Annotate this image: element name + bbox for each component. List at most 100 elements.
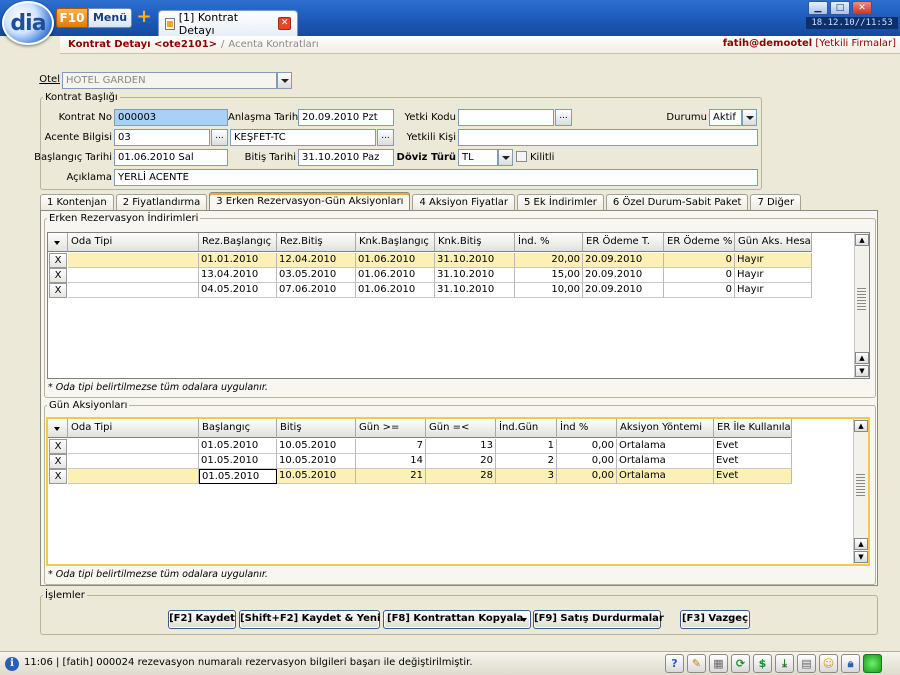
column-header[interactable]: Oda Tipi (68, 419, 199, 438)
table-cell[interactable] (68, 253, 199, 268)
tab-diger[interactable]: 7 Diğer (750, 194, 802, 211)
table-cell[interactable]: 07.06.2010 (277, 283, 356, 298)
kontrattan-kopyala-button[interactable]: [F8] Kontrattan Kopyala (383, 610, 531, 629)
scroll-top-icon[interactable]: ▲ (854, 420, 868, 432)
column-header[interactable]: Başlangıç (199, 419, 277, 438)
column-header[interactable]: Gün Aks. Hesap (735, 233, 812, 252)
table-cell[interactable]: 01.05.2010 (199, 439, 277, 454)
table-cell[interactable]: 03.05.2010 (277, 268, 356, 283)
column-header[interactable]: İnd. % (515, 233, 583, 252)
table-cell[interactable]: 13.04.2010 (199, 268, 277, 283)
acente-name-browse-button[interactable]: ... (377, 129, 394, 146)
table-cell[interactable]: 12.04.2010 (277, 253, 356, 268)
yetkili-firmalar-link[interactable]: [Yetkili Firmalar] (815, 38, 896, 49)
vertical-scrollbar[interactable]: ▲ ▲ ▼ (853, 419, 868, 564)
column-header[interactable]: Rez.Bitiş (277, 233, 356, 252)
table-cell[interactable]: 20 (426, 454, 496, 469)
delete-row-button[interactable]: X (49, 469, 67, 484)
table-cell[interactable] (68, 439, 199, 454)
close-tab-icon[interactable]: ✕ (278, 17, 291, 30)
column-header[interactable]: Bitiş (277, 419, 356, 438)
table-cell[interactable]: 20,00 (515, 253, 583, 268)
table-cell[interactable] (68, 469, 199, 484)
table-cell[interactable]: 1 (496, 439, 557, 454)
table-cell[interactable]: 14 (356, 454, 426, 469)
scroll-down-icon[interactable]: ▼ (855, 365, 869, 377)
yetkili-kisi-input[interactable] (458, 129, 758, 146)
table-cell[interactable] (68, 283, 199, 298)
help-icon[interactable]: ? (665, 654, 684, 673)
erken-rezervasyon-grid[interactable]: Oda Tipi Rez.Başlangıç Rez.Bitiş Knk.Başlan… (47, 232, 870, 379)
delete-row-button[interactable]: X (49, 268, 67, 283)
table-cell[interactable]: Hayır (735, 268, 812, 283)
table-cell[interactable]: 01.06.2010 (356, 253, 435, 268)
tab-ozel-durum[interactable]: 6 Özel Durum-Sabit Paket (605, 194, 749, 211)
table-cell[interactable]: 28 (426, 469, 496, 484)
table-cell[interactable]: 7 (356, 439, 426, 454)
scroll-grip[interactable] (857, 288, 866, 312)
scroll-top-icon[interactable]: ▲ (855, 234, 869, 246)
table-cell[interactable]: 04.05.2010 (199, 283, 277, 298)
delete-row-button[interactable]: X (49, 439, 67, 454)
table-cell[interactable]: Ortalama (617, 439, 714, 454)
column-header[interactable]: Oda Tipi (68, 233, 199, 252)
breadcrumb-previous[interactable]: Acenta Kontratları (228, 39, 318, 50)
calculator-icon[interactable]: ▦ (709, 654, 728, 673)
column-header[interactable]: ER İle Kullanılab (714, 419, 792, 438)
table-cell[interactable]: 21 (356, 469, 426, 484)
table-cell[interactable]: 01.06.2010 (356, 283, 435, 298)
table-cell[interactable]: 31.10.2010 (435, 268, 515, 283)
print-icon[interactable]: ▤ (797, 654, 816, 673)
column-header[interactable]: ER Ödeme T. (583, 233, 664, 252)
otel-select[interactable]: HOTEL GARDEN (62, 72, 277, 89)
scroll-down-icon[interactable]: ▼ (854, 551, 868, 563)
close-window-icon[interactable]: ✕ (852, 1, 872, 15)
bitis-tarihi-input[interactable]: 31.10.2010 Paz (298, 149, 394, 166)
maximize-icon[interactable]: □ (830, 1, 850, 15)
table-cell[interactable]: Ortalama (617, 454, 714, 469)
column-header[interactable]: İnd.Gün (496, 419, 557, 438)
table-cell[interactable]: 01.05.2010 (199, 469, 277, 484)
yetki-kodu-input[interactable] (458, 109, 554, 126)
column-header[interactable]: Aksiyon Yöntemi (617, 419, 714, 438)
table-cell[interactable]: 01.06.2010 (356, 268, 435, 283)
scroll-up-icon[interactable]: ▲ (854, 538, 868, 550)
doviz-dropdown-icon[interactable] (498, 149, 513, 166)
acente-browse-button[interactable]: ... (211, 129, 228, 146)
exchange-icon[interactable]: ⟳ (731, 654, 750, 673)
tab-kontenjan[interactable]: 1 Kontenjan (40, 194, 114, 211)
grid-menu-icon[interactable] (48, 233, 68, 252)
yetki-kodu-browse-button[interactable]: ... (555, 109, 572, 126)
kontrat-no-input[interactable]: 000003 (114, 109, 228, 126)
smiley-icon[interactable]: ☺ (819, 654, 838, 673)
aciklama-input[interactable]: YERLİ ACENTE (114, 169, 758, 186)
table-cell[interactable]: Evet (714, 439, 792, 454)
tab-erken-rezervasyon[interactable]: 3 Erken Rezervasyon-Gün Aksiyonları (209, 192, 411, 211)
table-cell[interactable]: 20.09.2010 (583, 283, 664, 298)
kaydet-yeni-button[interactable]: [Shift+F2] Kaydet & Yeni (239, 610, 380, 629)
delete-row-button[interactable]: X (49, 283, 67, 298)
dia-logo[interactable]: dia (2, 1, 54, 45)
table-cell[interactable] (68, 268, 199, 283)
vazgec-button[interactable]: [F3] Vazgeç (680, 610, 750, 629)
durumu-select[interactable]: Aktif (709, 109, 742, 126)
table-cell[interactable]: 20.09.2010 (583, 253, 664, 268)
table-cell[interactable]: 0 (664, 283, 735, 298)
anlasma-tarihi-input[interactable]: 20.09.2010 Pzt (298, 109, 394, 126)
table-cell[interactable]: 3 (496, 469, 557, 484)
table-cell[interactable]: 2 (496, 454, 557, 469)
gun-aksiyonlari-grid[interactable]: Oda Tipi Başlangıç Bitiş Gün >= Gün =< İnd.Gü… (46, 417, 870, 566)
table-cell[interactable]: 0,00 (557, 469, 617, 484)
acente-name-input[interactable]: KEŞFET-TC (230, 129, 376, 146)
table-cell[interactable]: 31.10.2010 (435, 283, 515, 298)
f10-button[interactable]: F10 (56, 8, 88, 28)
table-cell[interactable]: 31.10.2010 (435, 253, 515, 268)
table-cell[interactable]: 01.01.2010 (199, 253, 277, 268)
column-header[interactable]: Knk.Başlangıç (356, 233, 435, 252)
table-cell[interactable]: 10.05.2010 (277, 454, 356, 469)
baslangic-tarihi-input[interactable]: 01.06.2010 Sal (114, 149, 228, 166)
currency-icon[interactable]: $ (753, 654, 772, 673)
column-header[interactable]: Gün >= (356, 419, 426, 438)
column-header[interactable]: ER Ödeme % (664, 233, 735, 252)
kilitli-checkbox[interactable] (516, 151, 527, 162)
